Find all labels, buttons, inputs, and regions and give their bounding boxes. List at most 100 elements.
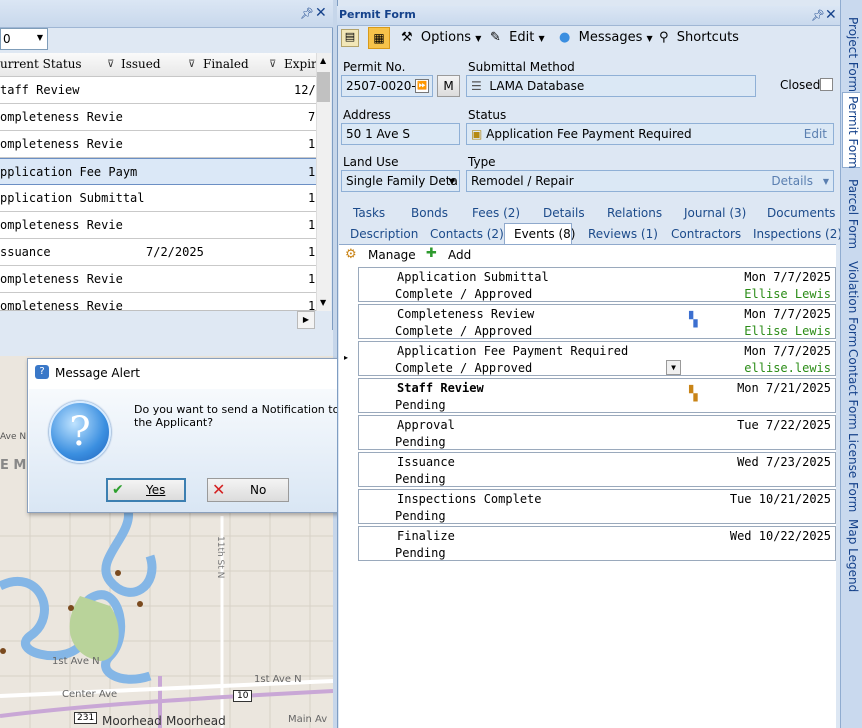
pin-icon[interactable]: 📌︎ <box>811 9 825 22</box>
edit-menu-button[interactable]: ✎ Edit ▼ <box>490 30 545 45</box>
closed-checkbox[interactable] <box>820 78 833 91</box>
messages-button[interactable]: ● Messages ▼ <box>559 30 653 45</box>
side-tab-license-form[interactable]: License Form <box>842 430 860 512</box>
tab-description[interactable]: Description <box>350 227 418 241</box>
event-row[interactable]: Finalize Wed 10/22/2025 Pending <box>358 526 836 561</box>
scroll-down-icon[interactable]: ▼ <box>320 298 326 307</box>
table-row[interactable]: taff Review 12/ <box>0 77 316 104</box>
chevron-down-icon: ▼ <box>475 34 482 43</box>
filter-combo[interactable]: 0 ▼ <box>0 28 48 50</box>
event-name: Issuance <box>397 455 455 469</box>
closed-label: Closed <box>780 78 821 92</box>
scroll-right-icon[interactable]: ▶ <box>297 311 315 329</box>
tab-contractors[interactable]: Contractors <box>671 227 741 241</box>
land-use-value: Single Family Deta <box>346 174 458 188</box>
column-header-issued[interactable]: Issued <box>121 57 161 71</box>
address-field[interactable]: 50 1 Ave S <box>341 123 460 145</box>
manage-button[interactable]: Manage <box>368 248 416 262</box>
scroll-up-icon[interactable]: ▲ <box>320 56 326 65</box>
pin-icon[interactable]: 📌︎ <box>300 7 314 20</box>
tab-journal[interactable]: Journal (3) <box>684 206 746 220</box>
close-icon[interactable]: ✕ <box>315 5 327 21</box>
event-user: Ellise Lewis <box>744 324 831 338</box>
workflow-icon: ▚ <box>689 312 698 328</box>
cell-status: pplication Fee Paym <box>0 165 138 179</box>
event-row[interactable]: Inspections Complete Tue 10/21/2025 Pend… <box>358 489 836 524</box>
cell-expires: 1 <box>308 299 316 311</box>
manage-icon: ⚙ <box>345 247 357 262</box>
yes-button[interactable]: ✔ Yes <box>106 478 186 502</box>
details-link[interactable]: Details <box>771 174 813 188</box>
tab-reviews[interactable]: Reviews (1) <box>588 227 658 241</box>
table-row-selected[interactable]: pplication Fee Paym 1 <box>0 158 316 185</box>
event-status: Pending <box>395 398 446 412</box>
tab-relations[interactable]: Relations <box>607 206 662 220</box>
cell-status: taff Review <box>0 83 80 97</box>
cell-expires: 1 <box>308 245 316 259</box>
tab-events[interactable]: Events (8) <box>514 227 575 241</box>
column-header-expires[interactable]: Expir <box>284 57 316 71</box>
event-row[interactable]: Issuance Wed 7/23/2025 Pending <box>358 452 836 487</box>
table-row[interactable]: ompleteness Revie 1 <box>0 131 316 158</box>
checklist-icon[interactable]: ▦ <box>368 27 390 49</box>
forward-icon[interactable]: ⏩ <box>415 79 429 93</box>
table-row[interactable]: ssuance 7/2/2025 1 <box>0 239 316 266</box>
table-row[interactable]: ompleteness Revie 7 <box>0 104 316 131</box>
scrollbar-thumb[interactable] <box>317 72 330 102</box>
chevron-down-icon[interactable]: ▼ <box>666 360 681 375</box>
save-icon[interactable]: ▤ <box>341 29 359 47</box>
shortcuts-button[interactable]: ⚲ Shortcuts <box>659 30 739 45</box>
no-button[interactable]: ✕ No <box>207 478 289 502</box>
tab-bonds[interactable]: Bonds <box>411 206 448 220</box>
column-header-status[interactable]: urrent Status <box>0 57 82 71</box>
chevron-down-icon[interactable]: ▼ <box>823 177 829 186</box>
chevron-down-icon: ▼ <box>538 34 545 43</box>
tab-contacts[interactable]: Contacts (2) <box>430 227 504 241</box>
event-row-current[interactable]: Staff Review ▚ Mon 7/21/2025 Pending <box>358 378 836 413</box>
column-header-finaled[interactable]: Finaled <box>203 57 249 71</box>
edit-link[interactable]: Edit <box>804 127 827 141</box>
m-button[interactable]: M <box>437 75 460 97</box>
tab-fees[interactable]: Fees (2) <box>472 206 520 220</box>
side-tab-violation-form[interactable]: Violation Form <box>842 258 860 347</box>
dialog-body: ? Do you want to send a Notification to … <box>29 389 360 512</box>
side-tab-map-legend[interactable]: Map Legend <box>842 516 860 592</box>
event-row[interactable]: Completeness Review ▚ Mon 7/7/2025 Compl… <box>358 304 836 339</box>
tab-documents[interactable]: Documents <box>767 206 835 220</box>
permit-no-field[interactable]: 2507-0020-R ⏩ <box>341 75 433 97</box>
land-use-label: Land Use <box>343 155 399 169</box>
event-status: Complete / Approved <box>395 324 533 338</box>
side-tab-parcel-form[interactable]: Parcel Form <box>842 176 860 250</box>
dialog-message: Do you want to send a Notification to th… <box>134 403 340 429</box>
type-field[interactable]: Remodel / Repair Details ▼ <box>466 170 834 192</box>
options-button[interactable]: ⚒ Options ▼ <box>401 30 481 45</box>
left-panel-footer <box>0 330 333 356</box>
filter-icon[interactable]: ⊽ <box>269 59 276 70</box>
side-tab-contact-form[interactable]: Contact Form <box>842 346 860 430</box>
event-row[interactable]: Application Submittal Mon 7/7/2025 Compl… <box>358 267 836 302</box>
table-row[interactable]: ompleteness Revie 1 <box>0 266 316 293</box>
side-tab-permit-form[interactable]: Permit Form <box>842 92 860 169</box>
close-icon[interactable]: ✕ <box>825 7 837 23</box>
add-button[interactable]: Add <box>448 248 471 262</box>
table-row[interactable]: ompleteness Revie 1 <box>0 212 316 239</box>
tab-details[interactable]: Details <box>543 206 585 220</box>
chevron-down-icon[interactable]: ▼ <box>449 177 455 186</box>
check-icon: ✔ <box>112 482 124 498</box>
event-row[interactable]: Approval Tue 7/22/2025 Pending <box>358 415 836 450</box>
tab-inspections[interactable]: Inspections (2) <box>753 227 842 241</box>
table-row[interactable]: ompleteness Revie 1 <box>0 293 316 311</box>
filter-icon[interactable]: ⊽ <box>188 59 195 70</box>
event-row[interactable]: Application Fee Payment Required Mon 7/7… <box>358 341 836 376</box>
permits-grid: urrent Status ⊽ Issued ⊽ Finaled ⊽ Expir… <box>0 53 316 311</box>
land-use-field[interactable]: Single Family Deta ▼ <box>341 170 460 192</box>
submittal-method-field[interactable]: ☰ LAMA Database <box>466 75 756 97</box>
x-icon: ✕ <box>212 480 226 499</box>
filter-combo-value: 0 <box>3 32 11 46</box>
tab-tasks[interactable]: Tasks <box>353 206 385 220</box>
filter-icon[interactable]: ⊽ <box>107 59 114 70</box>
side-tab-project-form[interactable]: Project Form <box>842 14 860 92</box>
table-row[interactable]: pplication Submittal 1 <box>0 185 316 212</box>
status-field[interactable]: ▣ Application Fee Payment Required Edit <box>466 123 834 145</box>
map-label: Center Ave <box>62 689 118 700</box>
